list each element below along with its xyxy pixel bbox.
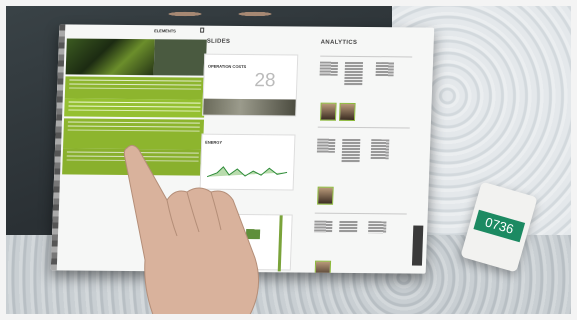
menu-item-1[interactable] bbox=[64, 76, 206, 100]
analytics-bars bbox=[375, 62, 395, 77]
avatar[interactable] bbox=[314, 260, 332, 274]
menu-item-2[interactable] bbox=[64, 98, 205, 118]
slides-heading: SLIDES bbox=[206, 38, 231, 45]
avatar[interactable] bbox=[317, 186, 334, 205]
analytics-divider bbox=[314, 212, 407, 215]
analytics-divider bbox=[317, 126, 410, 129]
forest-photo bbox=[65, 38, 155, 76]
analytics-bars bbox=[341, 138, 361, 164]
feet bbox=[150, 0, 290, 28]
analytics-bars bbox=[316, 138, 336, 153]
slide-photo bbox=[203, 98, 296, 116]
slide-label: OPERATION COSTS bbox=[207, 63, 247, 70]
analytics-divider bbox=[320, 55, 413, 58]
analytics-heading: ANALYTICS bbox=[320, 39, 358, 46]
avatar[interactable] bbox=[338, 102, 356, 121]
menu-close-icon[interactable] bbox=[200, 27, 205, 33]
hand bbox=[123, 144, 260, 320]
analytics-bars bbox=[314, 220, 333, 233]
scroll-handle[interactable] bbox=[411, 225, 424, 266]
analytics-bars bbox=[339, 220, 358, 234]
avatar[interactable] bbox=[319, 102, 337, 121]
analytics-bars bbox=[319, 61, 339, 76]
slide-value: 28 bbox=[254, 70, 276, 92]
slide-operation-costs[interactable]: OPERATION COSTS 28 bbox=[202, 53, 299, 117]
analytics-bars bbox=[370, 139, 390, 160]
analytics-bars bbox=[344, 61, 364, 87]
photo-scene: ELEMENTS SLIDES ANALYTICS OPERATION COST… bbox=[0, 0, 577, 320]
phone-screen-number: 0736 bbox=[473, 209, 526, 243]
header-photo bbox=[153, 39, 207, 76]
menu-title: ELEMENTS bbox=[154, 28, 176, 34]
analytics-bars bbox=[368, 221, 387, 234]
